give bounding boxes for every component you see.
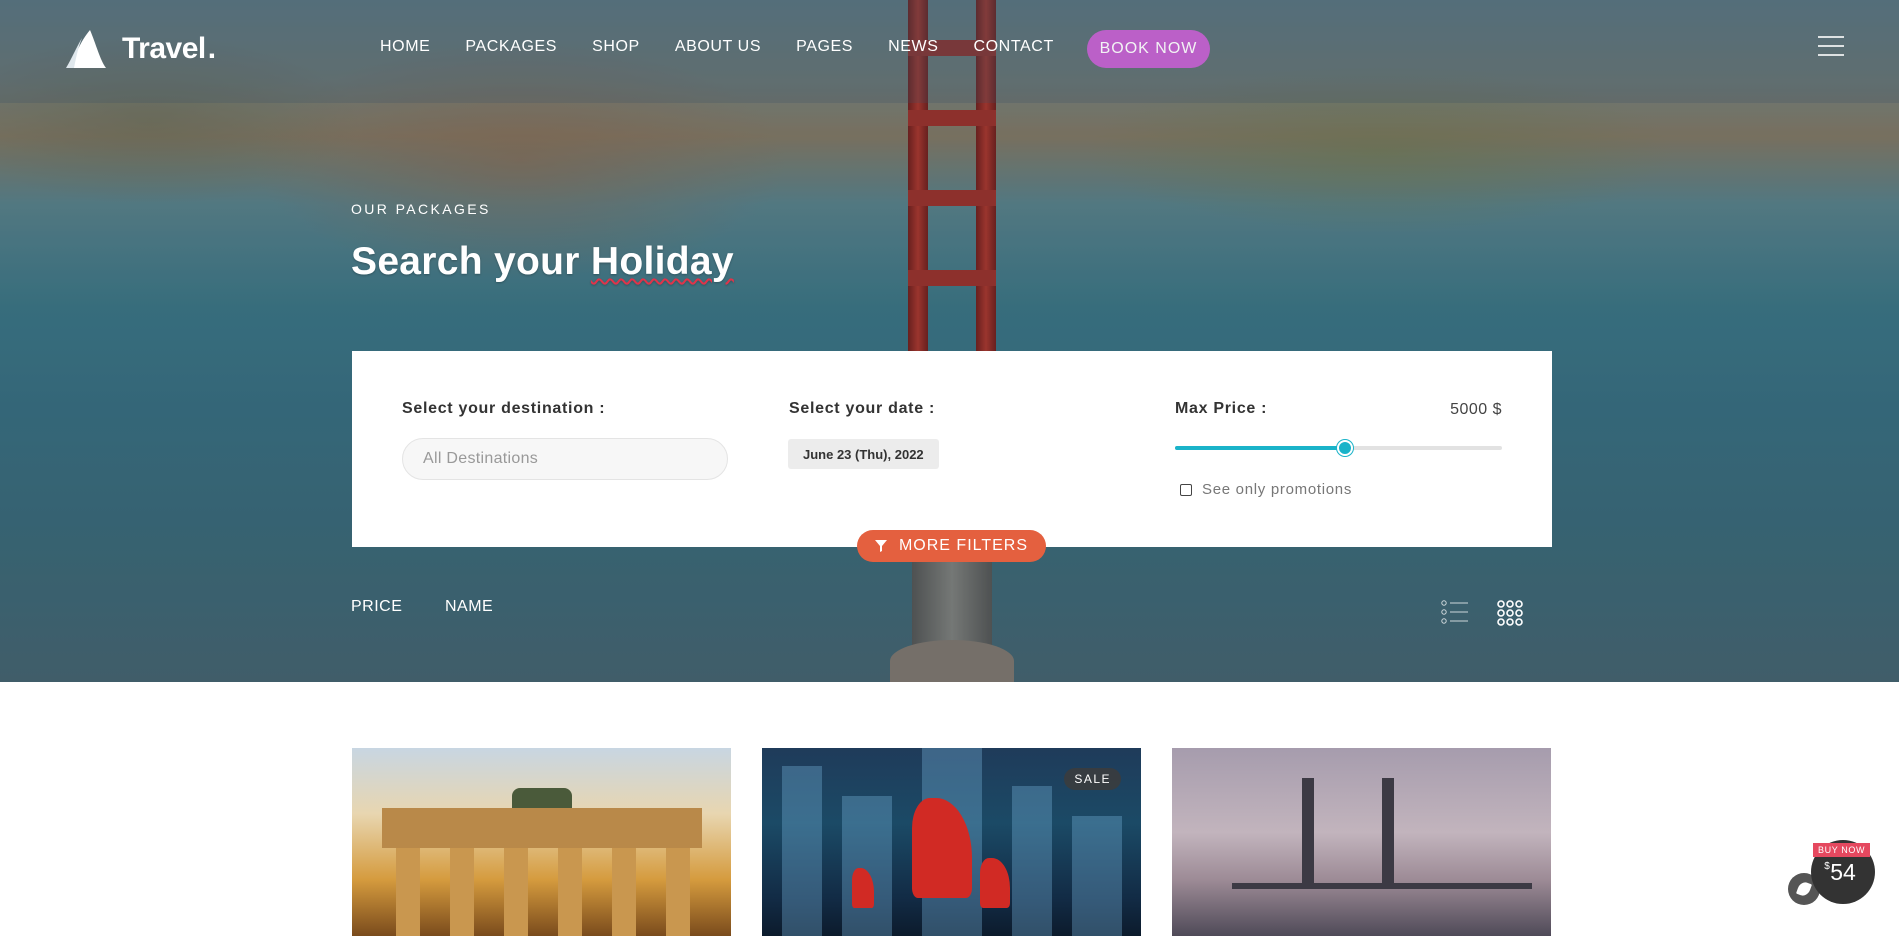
logo-dot: .	[207, 32, 217, 65]
package-card-hong-kong[interactable]: SALE	[762, 748, 1141, 936]
filter-funnel-icon	[874, 540, 887, 552]
max-price-label: Max Price :	[1175, 400, 1268, 417]
more-filters-label: MORE FILTERS	[898, 537, 1029, 554]
nav-pages[interactable]: PAGES	[796, 38, 853, 56]
date-label: Select your date :	[789, 400, 935, 417]
buy-price-value: 54	[1830, 858, 1856, 885]
checkbox-box[interactable]	[1180, 483, 1192, 496]
sail-logo-icon	[66, 28, 112, 70]
title-highlight: Holiday	[590, 240, 734, 283]
nav-news[interactable]: NEWS	[888, 38, 938, 56]
sort-by-name[interactable]: NAME	[445, 598, 493, 616]
destination-select[interactable]: All Destinations	[402, 438, 728, 480]
nav-packages[interactable]: PACKAGES	[465, 38, 557, 56]
buy-currency: $	[1824, 860, 1830, 872]
title-start: Search your	[351, 240, 591, 283]
buy-now-tag[interactable]: BUY NOW	[1813, 843, 1871, 857]
promotions-label: See only promotions	[1202, 481, 1353, 498]
nav-about-us[interactable]: ABOUT US	[675, 38, 761, 56]
main-nav: HOME PACKAGES SHOP ABOUT US PAGES NEWS C…	[380, 38, 1089, 56]
logo-text: Travel	[122, 32, 206, 65]
destination-label: Select your destination :	[402, 400, 606, 417]
buy-price: $54	[1824, 858, 1856, 886]
nav-shop[interactable]: SHOP	[592, 38, 640, 56]
package-card-san-francisco[interactable]	[1172, 748, 1551, 936]
hamburger-menu-icon[interactable]	[1818, 36, 1844, 58]
book-now-button[interactable]: BOOK NOW	[1087, 30, 1210, 68]
date-picker[interactable]: June 23 (Thu), 2022	[788, 439, 939, 469]
list-view-icon[interactable]	[1441, 600, 1469, 624]
hero-section	[0, 0, 1899, 682]
bay-bridge-image	[1232, 778, 1532, 936]
promotions-checkbox[interactable]: See only promotions	[1180, 481, 1352, 498]
price-slider-handle[interactable]	[1337, 440, 1354, 456]
price-slider-fill	[1175, 446, 1346, 450]
package-card-berlin[interactable]	[352, 748, 731, 936]
price-slider[interactable]	[1175, 440, 1502, 456]
grid-view-icon[interactable]	[1497, 600, 1523, 626]
sale-badge: SALE	[1064, 768, 1121, 790]
nav-home[interactable]: HOME	[380, 38, 430, 56]
more-filters-button[interactable]: MORE FILTERS	[857, 530, 1046, 562]
search-panel: Select your destination : All Destinatio…	[352, 351, 1552, 547]
max-price-value: 5000 $	[1450, 401, 1502, 418]
brandenburg-gate-image	[382, 788, 702, 936]
page-title: Search your Holiday	[351, 240, 734, 284]
hero-eyebrow: OUR PACKAGES	[351, 201, 491, 217]
site-logo[interactable]: Travel .	[66, 28, 216, 70]
sort-by-price[interactable]: PRICE	[351, 598, 402, 616]
nav-contact[interactable]: CONTACT	[973, 38, 1053, 56]
